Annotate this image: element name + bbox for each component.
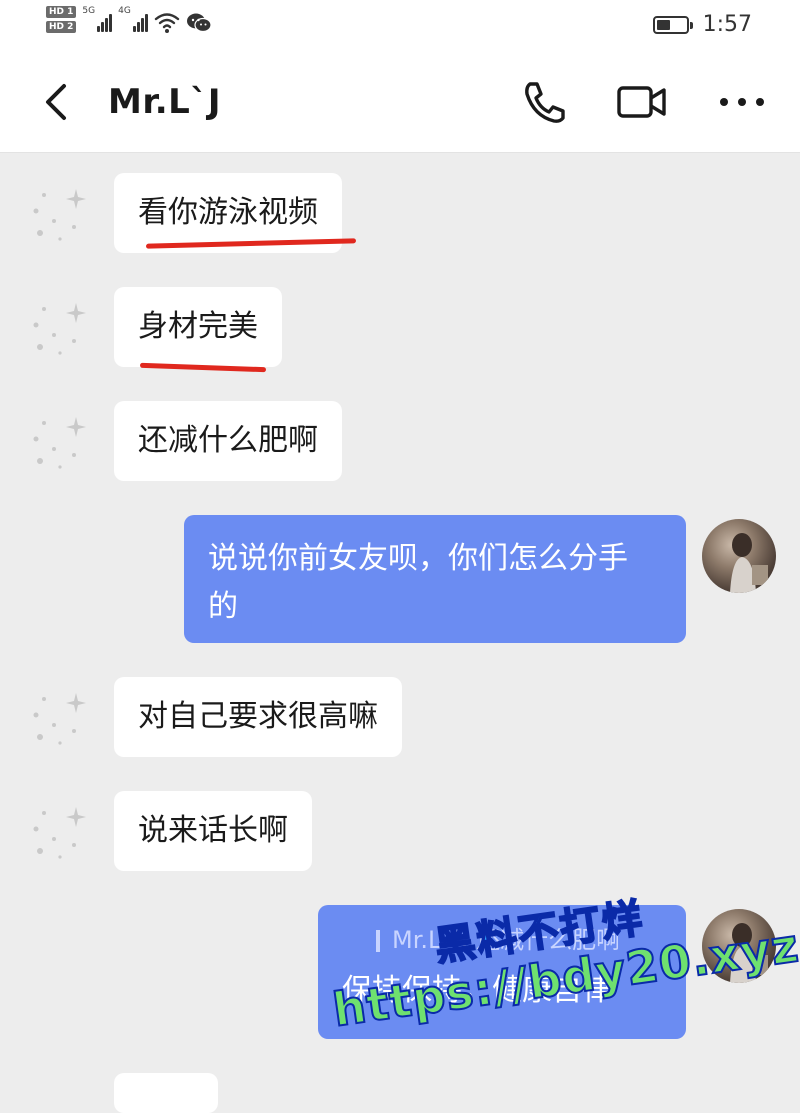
hd-badge-1: HD 1	[46, 6, 77, 18]
incoming-message[interactable]: 对自己要求很高嘛	[114, 677, 402, 757]
quote-bar	[376, 930, 380, 952]
status-bar-right: 1:57	[652, 12, 752, 37]
quoted-reply[interactable]: Mr.L`J: 还减什么肥啊	[376, 923, 662, 957]
user-avatar[interactable]	[702, 909, 776, 983]
network-type-1: 5G	[82, 6, 96, 16]
network-type-2: 4G	[118, 6, 131, 16]
more-icon[interactable]	[716, 78, 768, 126]
chat-area[interactable]: 看你游泳视频 身材完美 还减什么肥啊 说说你前女友呗，你们怎么分手 的 对自己要…	[0, 153, 800, 1113]
chat-header: Mr.L`J	[0, 52, 800, 153]
clock: 1:57	[702, 12, 752, 37]
outgoing-message[interactable]: 说说你前女友呗，你们怎么分手 的	[184, 515, 686, 643]
wechat-icon	[186, 13, 212, 33]
user-avatar-photo	[730, 923, 768, 983]
contact-avatar[interactable]	[24, 409, 98, 483]
battery-level	[656, 19, 670, 30]
status-bar-left: HD 1 HD 2 5G 4G	[46, 6, 212, 34]
signal-icon-2: 4G	[118, 6, 148, 32]
contact-name: Mr.L`J	[108, 82, 221, 122]
outgoing-message-line: 说说你前女友呗，你们怎么分手	[208, 541, 628, 576]
incoming-message-partial[interactable]	[114, 1073, 218, 1113]
status-bar: HD 1 HD 2 5G 4G 1:57	[0, 0, 800, 52]
signal-icon: 5G	[82, 6, 113, 32]
contact-avatar[interactable]	[24, 685, 98, 759]
wifi-icon	[154, 13, 180, 33]
hd-badge-2: HD 2	[46, 21, 77, 33]
contact-avatar[interactable]	[24, 295, 98, 369]
back-icon[interactable]	[36, 78, 76, 126]
user-avatar[interactable]	[702, 519, 776, 593]
user-avatar-photo	[730, 533, 768, 593]
phone-icon[interactable]	[518, 78, 570, 126]
outgoing-message[interactable]: Mr.L`J: 还减什么肥啊 保持保持，健康自律	[318, 905, 686, 1039]
incoming-message[interactable]: 还减什么肥啊	[114, 401, 342, 481]
outgoing-message-line: 的	[208, 589, 238, 624]
contact-avatar[interactable]	[24, 799, 98, 873]
incoming-message[interactable]: 说来话长啊	[114, 791, 312, 871]
incoming-message[interactable]: 身材完美	[114, 287, 282, 367]
battery-icon	[652, 15, 693, 34]
outgoing-message-text: 保持保持，健康自律	[342, 973, 612, 1008]
hd-badges: HD 1 HD 2	[46, 6, 77, 33]
contact-avatar[interactable]	[24, 181, 98, 255]
video-icon[interactable]	[616, 78, 668, 126]
quoted-text: Mr.L`J: 还减什么肥啊	[392, 926, 621, 954]
